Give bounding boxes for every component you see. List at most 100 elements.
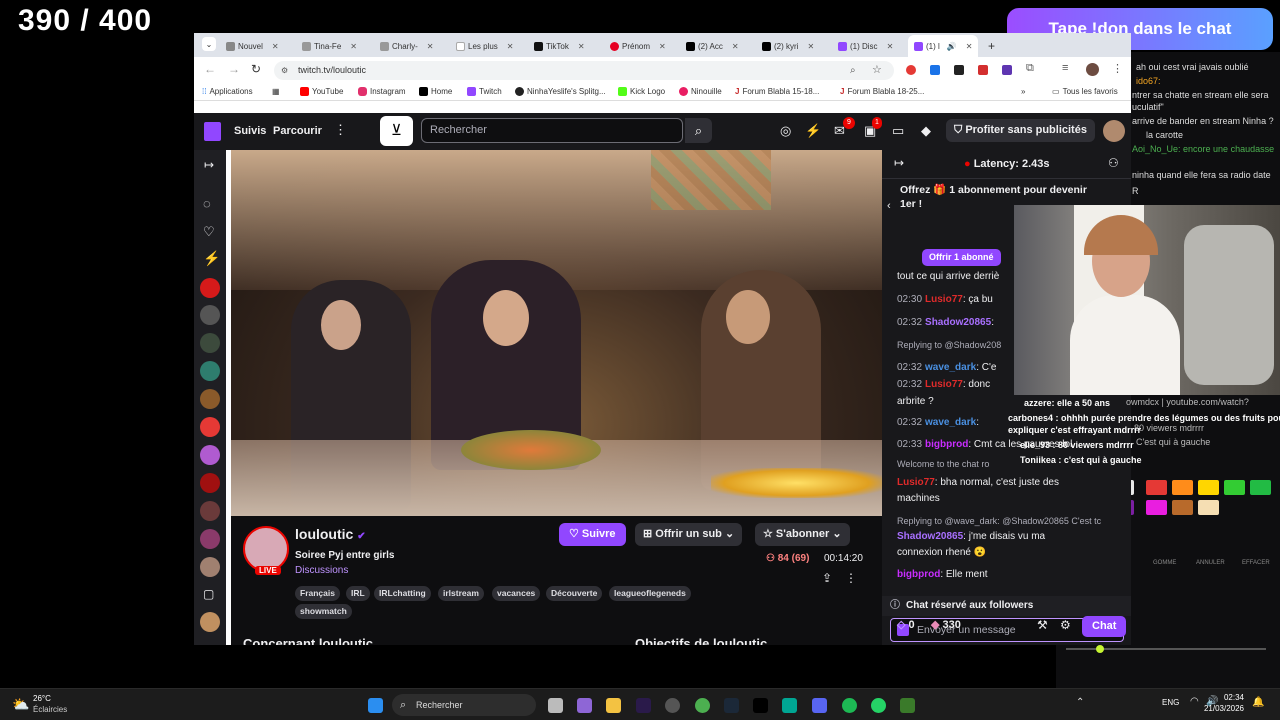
extension-icon[interactable]	[954, 65, 964, 75]
chat-username[interactable]: Lusio77	[897, 477, 935, 488]
tab[interactable]: TikTok ✕	[534, 37, 585, 55]
color-swatch[interactable]	[1250, 480, 1271, 495]
tab[interactable]: (1) Disc ✕	[838, 37, 893, 55]
chat-username[interactable]: bigbprod	[925, 439, 968, 450]
wifi-icon[interactable]: ◠	[1190, 696, 1199, 707]
clock-date[interactable]: 21/03/2026	[1200, 704, 1244, 713]
bookmark-instagram[interactable]: Instagram	[358, 87, 406, 96]
share-icon[interactable]: ⇪	[822, 571, 832, 585]
settings-icon[interactable]: ⚙	[1060, 618, 1071, 632]
spotify-icon[interactable]	[842, 698, 857, 713]
close-icon[interactable]: ✕	[887, 42, 894, 51]
nav-browse[interactable]: Parcourir	[273, 125, 322, 137]
color-swatch[interactable]	[1172, 480, 1193, 495]
language-indicator[interactable]: ENG	[1162, 698, 1179, 707]
undo-tool[interactable]: ANNULER	[1196, 560, 1225, 566]
tag[interactable]: IRLchatting	[374, 586, 431, 601]
ext-icon[interactable]: ⚡	[805, 123, 821, 139]
collapse-chat-icon[interactable]: ↦	[894, 156, 904, 170]
channel-avatar[interactable]	[200, 445, 220, 465]
follow-button[interactable]: ♡ Suivre	[559, 523, 626, 546]
extension-icon[interactable]	[906, 65, 916, 75]
tab[interactable]: Les plus ✕	[456, 37, 514, 55]
taskbar-search[interactable]: ⌕ Rechercher	[392, 694, 536, 716]
channel-avatar[interactable]	[200, 333, 220, 353]
color-swatch[interactable]	[1224, 480, 1245, 495]
chat-username[interactable]: wave_dark	[925, 417, 976, 428]
chat-username[interactable]: Shadow20865	[897, 531, 963, 542]
bookmark-forum-1825[interactable]: J Forum Blabla 18-25...	[840, 87, 924, 96]
notification-bell-icon[interactable]: 🔔	[1252, 697, 1264, 708]
channel-avatar[interactable]	[200, 417, 220, 437]
color-swatch[interactable]	[1198, 500, 1219, 515]
tag[interactable]: showmatch	[295, 604, 352, 619]
bookmark-all[interactable]: ▭ Tous les favoris	[1052, 87, 1118, 96]
tab[interactable]: (2) kyri ✕	[762, 37, 814, 55]
close-icon[interactable]: ✕	[427, 42, 434, 51]
close-icon[interactable]: ✕	[966, 42, 973, 51]
chat-username[interactable]: Lusio77	[925, 379, 963, 390]
close-icon[interactable]: ✕	[578, 42, 585, 51]
stream-category[interactable]: Discussions	[295, 565, 348, 576]
nav-following[interactable]: Suivis	[234, 125, 266, 137]
bookmark-home[interactable]: Home	[419, 87, 452, 96]
tag[interactable]: IRL	[346, 586, 370, 601]
channel-avatar[interactable]	[200, 612, 220, 632]
channel-avatar[interactable]	[200, 501, 220, 521]
extension-logo-icon[interactable]: ⊻	[380, 116, 413, 146]
steam-icon[interactable]	[724, 698, 739, 713]
subscribe-button[interactable]: ☆ S'abonner ⌄	[755, 523, 850, 546]
tab[interactable]: Charly- ✕	[380, 37, 433, 55]
windows-start-icon[interactable]	[368, 698, 383, 713]
bookmark-ninouille[interactable]: Ninouille	[679, 87, 722, 96]
clock-time[interactable]: 02:34	[1222, 693, 1244, 702]
speaker-icon[interactable]: 🔊	[947, 42, 957, 51]
channel-avatar[interactable]	[200, 361, 220, 381]
close-icon[interactable]: ✕	[507, 42, 514, 51]
discord-icon[interactable]	[812, 698, 827, 713]
channel-avatar[interactable]	[200, 389, 220, 409]
overlay-slider[interactable]	[1066, 645, 1266, 653]
whispers-icon[interactable]: ▭	[892, 123, 904, 139]
forward-icon[interactable]: →	[228, 62, 240, 76]
chrome-icon[interactable]	[695, 698, 710, 713]
chat-username[interactable]: wave_dark	[925, 362, 976, 373]
color-swatch[interactable]	[1146, 500, 1167, 515]
bookmark-kick[interactable]: Kick Logo	[618, 87, 665, 96]
task-view-icon[interactable]	[548, 698, 563, 713]
gift-one-sub-button[interactable]: Offrir 1 abonné	[922, 249, 1001, 266]
app-icon[interactable]	[782, 698, 797, 713]
tiktok-icon[interactable]	[753, 698, 768, 713]
turbo-button[interactable]: ⛉ Profiter sans publicités	[946, 119, 1095, 142]
expand-sidebar-icon[interactable]: ↦	[204, 158, 214, 172]
tray-chevron-icon[interactable]: ⌃	[1076, 697, 1084, 708]
bookmark-splitgate[interactable]: NinhaYeslife's Splitg...	[515, 87, 606, 96]
user-avatar[interactable]	[1103, 120, 1125, 142]
more-options-icon[interactable]: ⋮	[845, 571, 857, 585]
users-icon[interactable]: ⚇	[1108, 156, 1119, 170]
tag[interactable]: leagueoflegeneds	[609, 586, 691, 601]
obs-icon[interactable]	[665, 698, 680, 713]
bookmark-grid[interactable]: ▦	[272, 87, 280, 96]
whatsapp-icon[interactable]	[871, 698, 886, 713]
channel-points[interactable]: ◇ 0	[897, 618, 915, 631]
chat-username[interactable]: Shadow20865	[925, 317, 991, 328]
site-info-icon[interactable]: ⚙	[281, 61, 288, 80]
extension-icon[interactable]	[1002, 65, 1012, 75]
ext-sidebar-icon[interactable]: ⚡	[203, 250, 220, 267]
eraser-tool[interactable]: GOMME	[1153, 560, 1176, 566]
video-player[interactable]	[231, 150, 882, 516]
search-icon[interactable]: ⌕	[685, 118, 712, 143]
puzzle-icon[interactable]: ⧉	[1026, 62, 1034, 75]
color-swatch[interactable]	[1198, 480, 1219, 495]
send-chat-button[interactable]: Chat	[1082, 616, 1127, 637]
app-icon[interactable]	[577, 698, 592, 713]
premiere-icon[interactable]	[636, 698, 651, 713]
twitch-logo-icon[interactable]	[204, 122, 221, 141]
bookmark-star-icon[interactable]: ☆	[872, 61, 882, 80]
bookmark-apps[interactable]: ⁞⁞ Applications	[202, 87, 253, 96]
tab[interactable]: Nouvel ✕	[226, 37, 279, 55]
zoom-icon[interactable]: ⌕	[850, 61, 856, 80]
profile-avatar[interactable]	[1086, 63, 1099, 76]
tab[interactable]: Tina-Fe ✕	[302, 37, 357, 55]
